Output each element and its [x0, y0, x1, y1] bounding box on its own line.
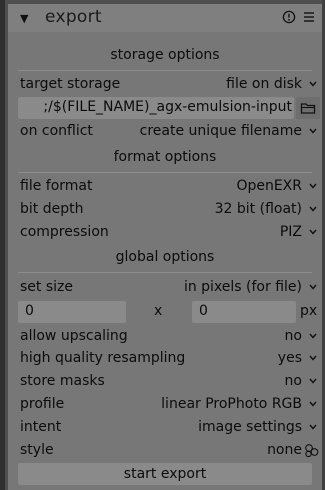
- module-header[interactable]: ▼ export: [8, 4, 322, 32]
- hq-resampling-value[interactable]: yes: [278, 350, 302, 366]
- chevron-down-icon: [309, 229, 317, 235]
- chevron-down-icon: [309, 206, 317, 212]
- height-input[interactable]: 0: [192, 301, 296, 323]
- size-separator: x: [154, 303, 163, 319]
- bit-depth-label: bit depth: [20, 201, 84, 217]
- allow-upscaling-row[interactable]: allow upscaling no: [8, 326, 322, 348]
- bit-depth-row[interactable]: bit depth 32 bit (float): [8, 199, 322, 221]
- export-path-input[interactable]: ;/$(FILE_NAME)_agx-emulsion-input: [18, 97, 294, 119]
- presets-menu-icon[interactable]: [302, 10, 316, 24]
- panel-edge-left: [0, 0, 5, 490]
- profile-value[interactable]: linear ProPhoto RGB: [161, 396, 302, 412]
- style-circles-icon[interactable]: [304, 443, 319, 458]
- module-title: export: [45, 7, 102, 27]
- file-format-label: file format: [20, 178, 93, 194]
- on-conflict-label: on conflict: [20, 123, 93, 139]
- global-options-heading: global options: [115, 249, 215, 265]
- intent-value[interactable]: image settings: [198, 419, 302, 435]
- export-module: ▼ export storage options target storage …: [8, 4, 322, 490]
- storage-options-heading: storage options: [110, 47, 220, 63]
- compression-value[interactable]: PIZ: [280, 224, 302, 240]
- storage-divider: [18, 70, 312, 71]
- reset-icon[interactable]: [282, 10, 296, 24]
- width-value: 0: [25, 303, 34, 319]
- start-export-button[interactable]: start export: [18, 463, 312, 485]
- set-size-row[interactable]: set size in pixels (for file): [8, 277, 322, 299]
- style-row[interactable]: style none: [8, 440, 322, 462]
- on-conflict-value[interactable]: create unique filename: [140, 123, 302, 139]
- set-size-value[interactable]: in pixels (for file): [184, 279, 302, 295]
- target-storage-row[interactable]: target storage file on disk: [8, 74, 322, 96]
- format-options-heading: format options: [113, 149, 217, 165]
- chevron-down-icon: [309, 128, 317, 134]
- select-folder-button[interactable]: [296, 97, 320, 119]
- store-masks-value[interactable]: no: [285, 373, 302, 389]
- chevron-down-icon: [309, 81, 317, 87]
- store-masks-label: store masks: [20, 373, 105, 389]
- chevron-down-icon: [309, 424, 317, 430]
- chevron-down-icon: [309, 378, 317, 384]
- set-size-label: set size: [20, 279, 73, 295]
- chevron-down-icon: [309, 401, 317, 407]
- global-divider: [18, 272, 312, 273]
- style-label: style: [20, 442, 54, 458]
- intent-row[interactable]: intent image settings: [8, 417, 322, 439]
- chevron-down-icon: [309, 183, 317, 189]
- style-value[interactable]: none: [267, 442, 302, 458]
- store-masks-row[interactable]: store masks no: [8, 371, 322, 393]
- hq-resampling-row[interactable]: high quality resampling yes: [8, 348, 322, 370]
- bit-depth-value[interactable]: 32 bit (float): [215, 201, 302, 217]
- export-path-value: ;/$(FILE_NAME)_agx-emulsion-input: [43, 99, 292, 115]
- on-conflict-row[interactable]: on conflict create unique filename: [8, 121, 322, 143]
- chevron-down-icon: [309, 333, 317, 339]
- chevron-down-icon: [309, 284, 317, 290]
- triangle-down-icon[interactable]: ▼: [20, 12, 28, 25]
- file-format-row[interactable]: file format OpenEXR: [8, 176, 322, 198]
- profile-row[interactable]: profile linear ProPhoto RGB: [8, 394, 322, 416]
- allow-upscaling-value[interactable]: no: [285, 328, 302, 344]
- compression-row[interactable]: compression PIZ: [8, 222, 322, 244]
- profile-label: profile: [20, 396, 65, 412]
- target-storage-label: target storage: [20, 76, 121, 92]
- chevron-down-icon: [309, 355, 317, 361]
- compression-label: compression: [20, 224, 109, 240]
- hq-resampling-label: high quality resampling: [20, 350, 186, 366]
- file-format-value[interactable]: OpenEXR: [236, 178, 302, 194]
- target-storage-value[interactable]: file on disk: [226, 76, 302, 92]
- size-unit: px: [300, 303, 318, 319]
- allow-upscaling-label: allow upscaling: [20, 328, 128, 344]
- folder-icon: [300, 103, 316, 114]
- width-input[interactable]: 0: [18, 301, 126, 323]
- format-divider: [18, 172, 312, 173]
- intent-label: intent: [20, 419, 62, 435]
- height-value: 0: [199, 303, 208, 319]
